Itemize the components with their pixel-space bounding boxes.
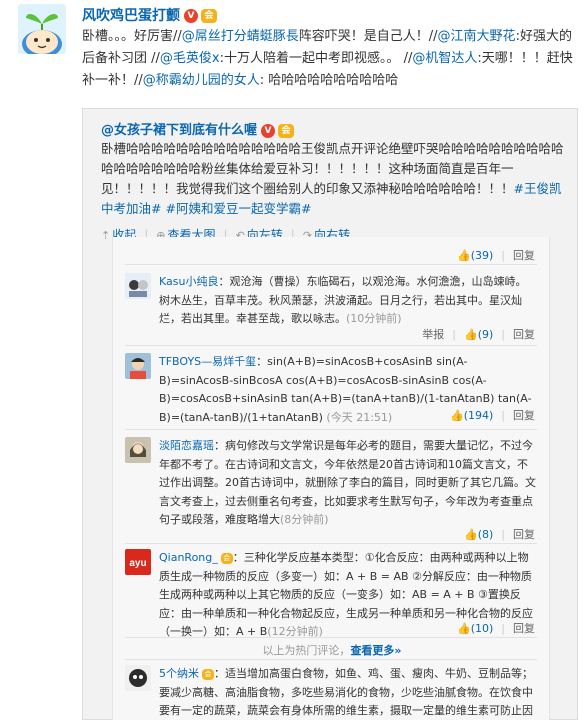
- mention-link[interactable]: @屌丝打分蜻蜓豚長: [182, 29, 299, 44]
- commenter-avatar[interactable]: [125, 437, 151, 463]
- comment-actions: 举报 | 👍(9) | 回复: [422, 328, 535, 341]
- reply-button[interactable]: 回复: [513, 528, 535, 541]
- divider: [125, 637, 537, 638]
- comment-text: 5个纳米会：适当增加高蛋白食物，如鱼、鸡、蛋、瘦肉、牛奶、豆制品等；要减少高糖、…: [159, 667, 533, 717]
- mention-link[interactable]: @称霸幼儿园的女人: [143, 73, 260, 88]
- hot-comments-note: 以上为热门评论，查看更多»: [262, 644, 402, 657]
- commenter-name[interactable]: Kasu小纯良: [159, 275, 218, 288]
- member-crown-icon: 会: [202, 668, 214, 680]
- svg-text:ayu: ayu: [129, 558, 146, 569]
- repost-username[interactable]: @女孩子裙下到底有什么喔 V 会: [101, 119, 295, 138]
- divider: [125, 264, 537, 265]
- reply-button[interactable]: 回复: [513, 622, 535, 635]
- username-text[interactable]: 风吹鸡巴蛋打颤: [82, 8, 180, 24]
- divider: [125, 429, 537, 430]
- comment-actions: 👍(8) | 回复: [463, 528, 535, 541]
- commenter-avatar[interactable]: ayu: [125, 549, 151, 575]
- view-more-link[interactable]: 查看更多»: [350, 644, 401, 657]
- mention-link[interactable]: @毛英俊x: [160, 51, 220, 66]
- comment-actions-top: 👍(39) | 回复: [456, 249, 535, 262]
- like-button[interactable]: 👍(10): [457, 622, 493, 635]
- repost-content: 卧槽哈哈哈哈哈哈哈哈哈哈哈哈哈哈王俊凯点开评论绝壁吓哭哈哈哈哈哈哈哈哈哈哈哈哈哈…: [101, 139, 571, 219]
- mention-link[interactable]: #阿姨和爱豆一起变学霸#: [165, 201, 311, 216]
- comment-text: Kasu小纯良：观沧海（曹操）东临碣石，以观沧海。水何澹澹，山岛竦峙。树木丛生，…: [159, 275, 527, 325]
- commenter-avatar[interactable]: [125, 353, 151, 379]
- commenter-name[interactable]: 淡陌恋嘉瑶: [159, 439, 214, 452]
- comment-text: 淡陌恋嘉瑶：病句修改与文学常识是每年必考的题目，需要大量记忆，不过今年都不考了。…: [159, 439, 536, 526]
- vip-badge-icon: V: [184, 9, 198, 23]
- commenter-name[interactable]: 5个纳米: [159, 667, 199, 680]
- divider: [125, 659, 537, 660]
- collapse-icon: ⇡: [101, 229, 111, 242]
- post-text-segment: 阵容吓哭！是自己人！//: [298, 29, 438, 44]
- reply-button[interactable]: 回复: [513, 249, 535, 262]
- reply-button[interactable]: 回复: [513, 328, 535, 341]
- comment-actions: 👍(194) | 回复: [449, 409, 535, 422]
- comments-screenshot-image[interactable]: 👍(39) | 回复 Kasu小纯良：观沧海（曹操）东临碣石，以观沧海。水何澹澹，山…: [112, 237, 550, 720]
- post-text-segment: 卧槽哈哈哈哈哈哈哈哈哈哈哈哈哈哈王俊凯点开评论绝壁吓哭哈哈哈哈哈哈哈哈哈哈哈哈哈…: [101, 141, 564, 196]
- divider: [125, 345, 537, 346]
- commenter-avatar[interactable]: [125, 273, 151, 299]
- mention-link[interactable]: @江南大野花: [438, 29, 516, 44]
- like-button[interactable]: 👍(8): [464, 528, 493, 541]
- report-button[interactable]: 举报: [422, 328, 444, 341]
- member-crown-icon: 会: [201, 9, 217, 23]
- post-text-segment: :十万人陪着一起中考即视感。。 //: [219, 51, 413, 66]
- like-button[interactable]: 👍(194): [450, 409, 493, 422]
- post-text-segment: : 哈哈哈哈哈哈哈哈哈哈: [259, 73, 399, 88]
- user-avatar[interactable]: [18, 4, 66, 54]
- post-username[interactable]: 风吹鸡巴蛋打颤 V 会: [82, 5, 217, 25]
- commenter-name[interactable]: QianRong_: [159, 551, 218, 564]
- reply-button[interactable]: 回复: [513, 409, 535, 422]
- repost-username-text[interactable]: @女孩子裙下到底有什么喔: [101, 123, 257, 138]
- commenter-avatar[interactable]: [125, 665, 151, 691]
- member-crown-icon: 会: [220, 552, 233, 564]
- comment-actions: 👍(10) | 回复: [456, 622, 535, 635]
- like-button[interactable]: 👍(9): [464, 328, 493, 341]
- mention-link[interactable]: @机智达人: [412, 51, 477, 66]
- member-crown-icon: 会: [278, 123, 295, 138]
- divider: [125, 543, 537, 544]
- post-content: 卧槽。。。好厉害//@屌丝打分蜻蜓豚長阵容吓哭！是自己人！//@江南大野花:好强…: [82, 26, 578, 92]
- vip-badge-icon: V: [261, 123, 276, 138]
- like-button[interactable]: 👍(39): [457, 249, 493, 262]
- commenter-name[interactable]: TFBOYS—易烊千玺: [159, 355, 256, 368]
- post-text-segment: 卧槽。。。好厉害//: [82, 29, 182, 44]
